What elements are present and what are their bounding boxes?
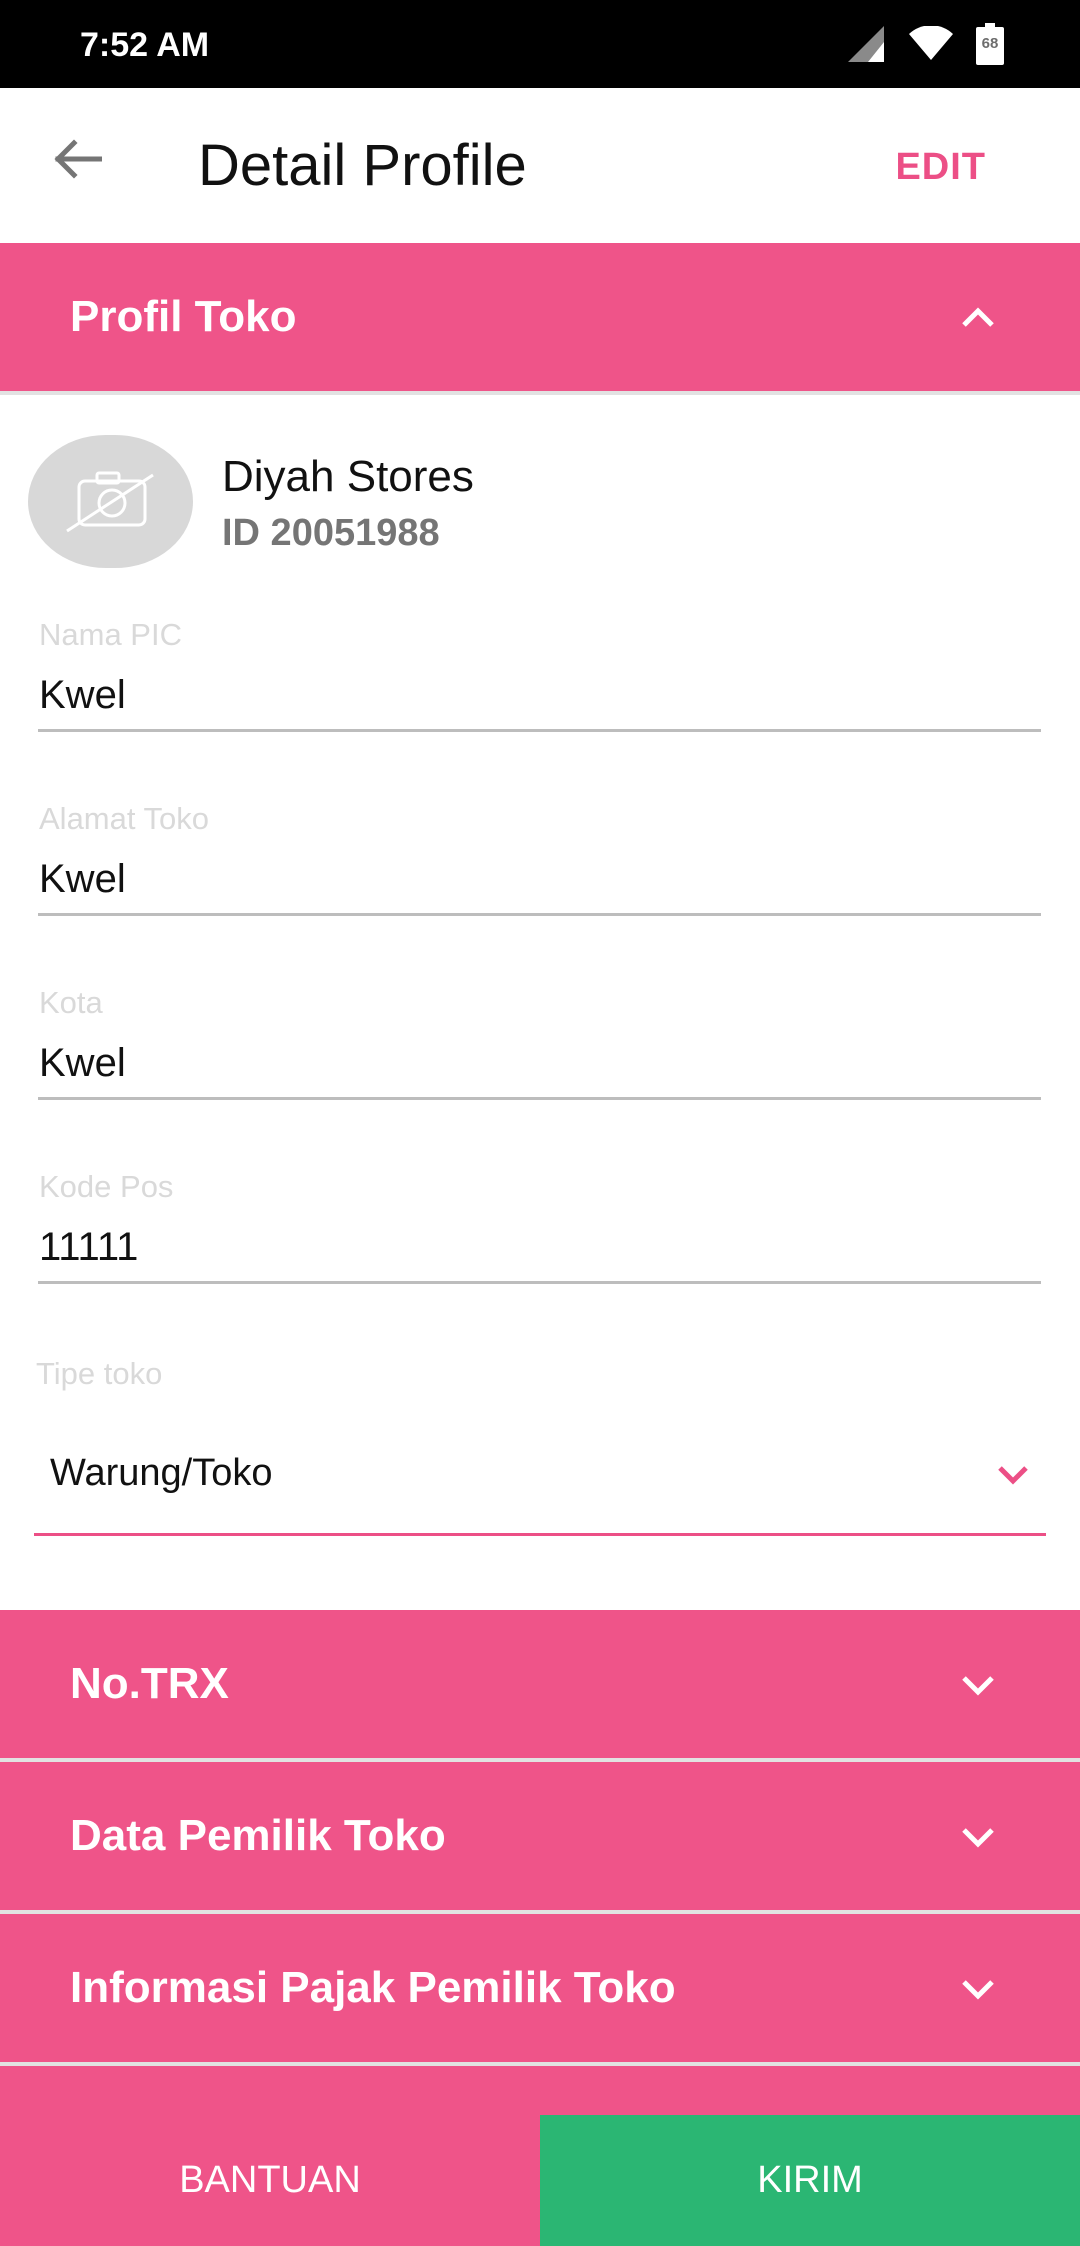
section-header-informasi-pajak[interactable]: Informasi Pajak Pemilik Toko xyxy=(0,1914,1080,2062)
chevron-up-icon xyxy=(956,295,1000,339)
wifi-icon xyxy=(908,26,954,62)
store-type-select[interactable]: Warung/Toko xyxy=(34,1430,1046,1536)
address-input[interactable]: Kwel xyxy=(39,857,1029,902)
chevron-down-icon xyxy=(956,1662,1000,1706)
store-type-value: Warung/Toko xyxy=(50,1452,273,1494)
battery-level: 68 xyxy=(981,35,999,52)
field-underline xyxy=(38,1281,1041,1284)
store-id: ID 20051988 xyxy=(222,512,440,554)
arrow-left-icon xyxy=(52,138,103,184)
app-bar: Detail Profile EDIT xyxy=(0,88,1080,243)
field-underline xyxy=(38,729,1041,732)
status-time: 7:52 AM xyxy=(80,26,210,64)
chevron-down-icon xyxy=(956,1814,1000,1858)
store-name: Diyah Stores xyxy=(222,452,474,501)
section-label: Informasi Pajak Pemilik Toko xyxy=(70,1963,676,2012)
send-button[interactable]: KIRIM xyxy=(540,2115,1080,2246)
pic-label: Nama PIC xyxy=(39,617,182,652)
section-label: Data Pemilik Toko xyxy=(70,1811,446,1860)
signal-icon xyxy=(846,24,886,64)
status-bar: 7:52 AM 68 xyxy=(0,0,1080,88)
divider xyxy=(0,391,1080,395)
bottom-action-bar: BANTUAN KIRIM xyxy=(0,2115,1080,2246)
store-type-label: Tipe toko xyxy=(36,1356,163,1391)
city-label: Kota xyxy=(39,985,103,1020)
chevron-down-icon xyxy=(956,1966,1000,2010)
page-title: Detail Profile xyxy=(198,133,527,198)
select-underline xyxy=(34,1533,1046,1536)
pic-input[interactable]: Kwel xyxy=(39,673,1029,718)
field-underline xyxy=(38,913,1041,916)
edit-button[interactable]: EDIT xyxy=(895,146,986,189)
address-label: Alamat Toko xyxy=(39,801,210,836)
battery-icon: 68 xyxy=(976,23,1004,65)
status-icons: 68 xyxy=(846,22,1004,66)
section-header-profil-toko[interactable]: Profil Toko xyxy=(0,243,1080,391)
store-avatar[interactable] xyxy=(28,435,193,568)
section-label: Profil Toko xyxy=(70,292,297,341)
section-header-data-pemilik-toko[interactable]: Data Pemilik Toko xyxy=(0,1762,1080,1910)
postal-input[interactable]: 11111 xyxy=(39,1225,1029,1270)
chevron-down-icon xyxy=(992,1454,1034,1501)
postal-label: Kode Pos xyxy=(39,1169,174,1204)
screen: 7:52 AM 68 Detail Profile EDIT Profil To… xyxy=(0,0,1080,2246)
section-label: No.TRX xyxy=(70,1659,229,1708)
section-header-partial[interactable] xyxy=(0,2066,1080,2115)
back-button[interactable] xyxy=(44,128,110,194)
help-button[interactable]: BANTUAN xyxy=(0,2115,540,2246)
section-header-no-trx[interactable]: No.TRX xyxy=(0,1610,1080,1758)
city-input[interactable]: Kwel xyxy=(39,1041,1029,1086)
field-underline xyxy=(38,1097,1041,1100)
